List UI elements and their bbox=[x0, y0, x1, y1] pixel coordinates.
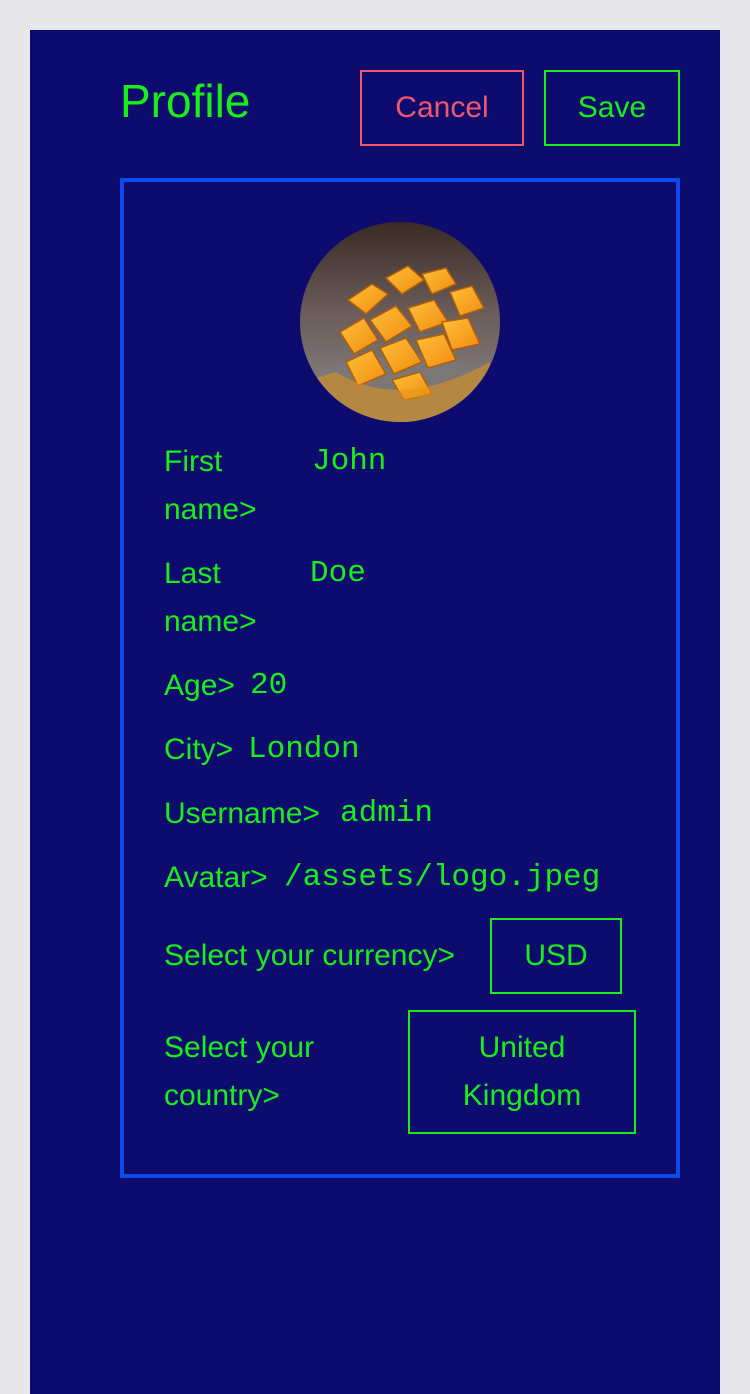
first-name-label: First name> bbox=[164, 445, 257, 526]
currency-select[interactable]: USD bbox=[490, 918, 622, 994]
last-name-label: Last name> bbox=[164, 557, 257, 638]
avatar-label: Avatar> bbox=[164, 861, 268, 894]
page-title: Profile bbox=[120, 75, 251, 127]
last-name-value: Doe bbox=[310, 556, 366, 591]
cancel-button[interactable]: Cancel bbox=[360, 70, 524, 146]
country-select[interactable]: United Kingdom bbox=[408, 1010, 636, 1134]
age-label: Age> bbox=[164, 669, 235, 702]
first-name-value: John bbox=[312, 444, 387, 479]
city-value: London bbox=[248, 732, 360, 767]
avatar bbox=[300, 222, 500, 422]
save-button[interactable]: Save bbox=[544, 70, 680, 146]
username-label: Username> bbox=[164, 797, 320, 830]
country-label: Select your country> bbox=[164, 1031, 315, 1112]
avatar-path-value: /assets/logo.jpeg bbox=[284, 860, 601, 895]
profile-panel: Profile Cancel Save First name> John Las… bbox=[30, 30, 720, 1394]
age-value: 20 bbox=[250, 668, 288, 703]
currency-label: Select your currency> bbox=[164, 939, 455, 972]
city-label: City> bbox=[164, 733, 234, 766]
profile-card: First name> John Last name> Doe Age> 20 … bbox=[120, 178, 680, 1178]
mango-image-icon bbox=[300, 222, 500, 422]
username-value: admin bbox=[340, 796, 434, 831]
